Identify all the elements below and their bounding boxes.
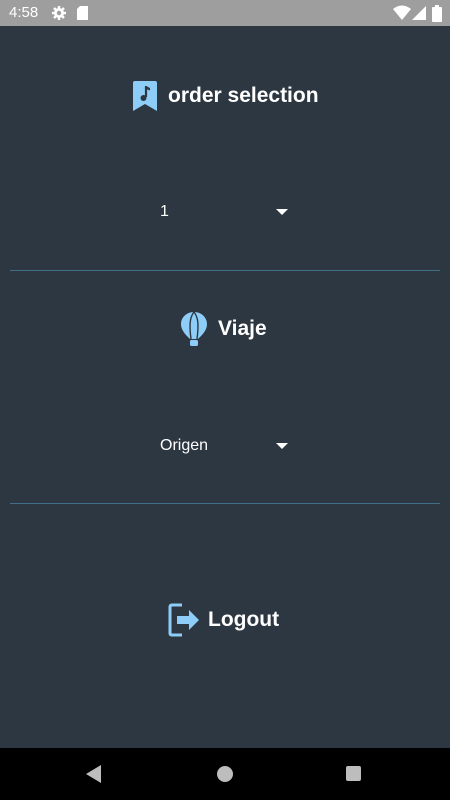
back-icon[interactable] [86, 765, 102, 788]
viaje-header: Viaje [180, 311, 267, 347]
viaje-dropdown[interactable]: Origen [160, 434, 288, 458]
logout-label: Logout [208, 608, 280, 631]
home-icon[interactable] [217, 766, 233, 782]
dropdown-arrow-icon [276, 209, 288, 215]
logout-button[interactable]: Logout [168, 603, 279, 637]
order-selection-header: order selection [132, 81, 319, 111]
order-dropdown-value: 1 [160, 203, 169, 220]
order-dropdown[interactable]: 1 [160, 200, 288, 224]
viaje-title: Viaje [218, 317, 267, 340]
signal-icon [411, 5, 427, 26]
status-bar: 4:58 [0, 0, 450, 26]
sd-card-icon [76, 5, 89, 26]
music-bookmark-icon [132, 81, 158, 111]
order-selection-title: order selection [168, 84, 319, 107]
recents-icon[interactable] [346, 766, 361, 781]
hot-air-balloon-icon [180, 311, 208, 347]
dropdown-arrow-icon [276, 443, 288, 449]
viaje-dropdown-value: Origen [160, 437, 209, 454]
status-time: 4:58 [9, 4, 39, 21]
logout-icon [168, 603, 200, 637]
wifi-icon [393, 5, 411, 26]
divider [10, 270, 440, 271]
battery-icon [432, 5, 442, 27]
gear-icon [51, 5, 67, 26]
navigation-bar [0, 748, 450, 800]
divider [10, 503, 440, 504]
